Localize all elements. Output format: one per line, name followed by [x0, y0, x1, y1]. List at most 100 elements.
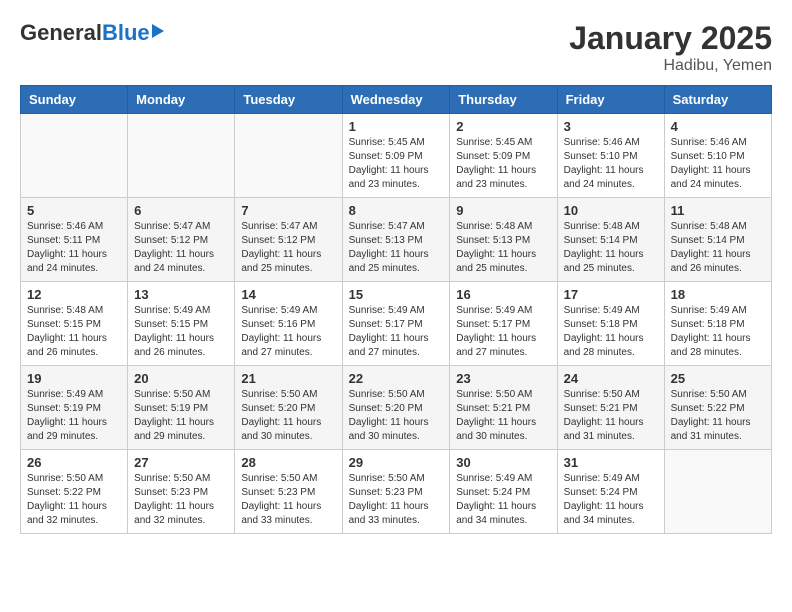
day-info: Sunrise: 5:50 AM Sunset: 5:23 PM Dayligh…: [134, 472, 228, 528]
calendar-cell: 7 Sunrise: 5:47 AM Sunset: 5:12 PM Daylig…: [235, 198, 342, 282]
calendar-cell: 30 Sunrise: 5:49 AM Sunset: 5:24 PM Dayli…: [450, 450, 557, 534]
day-number: 3: [564, 119, 658, 134]
day-info: Sunrise: 5:47 AM Sunset: 5:12 PM Dayligh…: [134, 220, 228, 276]
day-info: Sunrise: 5:50 AM Sunset: 5:21 PM Dayligh…: [564, 388, 658, 444]
calendar-cell: 5Sunrise: 5:46 AM Sunset: 5:11 PM Daylig…: [21, 198, 128, 282]
day-number: 12: [27, 287, 121, 302]
calendar-cell: 15 Sunrise: 5:49 AM Sunset: 5:17 PM Dayli…: [342, 282, 450, 366]
day-number: 26: [27, 455, 121, 470]
day-info: Sunrise: 5:50 AM Sunset: 5:22 PM Dayligh…: [27, 472, 121, 528]
calendar-cell: 23 Sunrise: 5:50 AM Sunset: 5:21 PM Dayli…: [450, 366, 557, 450]
day-number: 2: [456, 119, 550, 134]
calendar-cell: 27 Sunrise: 5:50 AM Sunset: 5:23 PM Dayli…: [128, 450, 235, 534]
day-number: 7: [241, 203, 335, 218]
calendar-cell: 1 Sunrise: 5:45 AM Sunset: 5:09 PM Daylig…: [342, 114, 450, 198]
day-info: Sunrise: 5:48 AM Sunset: 5:13 PM Dayligh…: [456, 220, 550, 276]
day-header-tuesday: Tuesday: [235, 86, 342, 114]
day-info: Sunrise: 5:50 AM Sunset: 5:20 PM Dayligh…: [241, 388, 335, 444]
calendar-week-row: 1 Sunrise: 5:45 AM Sunset: 5:09 PM Daylig…: [21, 114, 772, 198]
day-number: 1: [349, 119, 444, 134]
day-number: 14: [241, 287, 335, 302]
calendar-cell: 26 Sunrise: 5:50 AM Sunset: 5:22 PM Dayli…: [21, 450, 128, 534]
calendar-cell: 3 Sunrise: 5:46 AM Sunset: 5:10 PM Daylig…: [557, 114, 664, 198]
day-info: Sunrise: 5:46 AM Sunset: 5:10 PM Dayligh…: [671, 136, 765, 192]
day-info: Sunrise: 5:49 AM Sunset: 5:18 PM Dayligh…: [671, 304, 765, 360]
calendar-cell: 25 Sunrise: 5:50 AM Sunset: 5:22 PM Dayli…: [664, 366, 771, 450]
day-header-monday: Monday: [128, 86, 235, 114]
day-info: Sunrise: 5:49 AM Sunset: 5:15 PM Dayligh…: [134, 304, 228, 360]
calendar-cell: 11 Sunrise: 5:48 AM Sunset: 5:14 PM Dayli…: [664, 198, 771, 282]
calendar-week-row: 12 Sunrise: 5:48 AM Sunset: 5:15 PM Dayli…: [21, 282, 772, 366]
day-number: 13: [134, 287, 228, 302]
calendar-week-row: 5Sunrise: 5:46 AM Sunset: 5:11 PM Daylig…: [21, 198, 772, 282]
logo-blue-text: Blue: [102, 20, 150, 46]
day-info: Sunrise: 5:49 AM Sunset: 5:17 PM Dayligh…: [456, 304, 550, 360]
calendar-cell: 8Sunrise: 5:47 AM Sunset: 5:13 PM Daylig…: [342, 198, 450, 282]
day-number: 5: [27, 203, 121, 218]
location-subtitle: Hadibu, Yemen: [569, 57, 772, 75]
day-number: 23: [456, 371, 550, 386]
day-info: Sunrise: 5:48 AM Sunset: 5:15 PM Dayligh…: [27, 304, 121, 360]
calendar-cell: 9 Sunrise: 5:48 AM Sunset: 5:13 PM Daylig…: [450, 198, 557, 282]
calendar-cell: 6 Sunrise: 5:47 AM Sunset: 5:12 PM Daylig…: [128, 198, 235, 282]
day-info: Sunrise: 5:49 AM Sunset: 5:17 PM Dayligh…: [349, 304, 444, 360]
day-number: 18: [671, 287, 765, 302]
day-info: Sunrise: 5:48 AM Sunset: 5:14 PM Dayligh…: [671, 220, 765, 276]
day-header-friday: Friday: [557, 86, 664, 114]
calendar-cell: 4 Sunrise: 5:46 AM Sunset: 5:10 PM Daylig…: [664, 114, 771, 198]
day-number: 19: [27, 371, 121, 386]
day-number: 28: [241, 455, 335, 470]
day-number: 15: [349, 287, 444, 302]
logo-general-text: General: [20, 20, 102, 46]
day-number: 10: [564, 203, 658, 218]
calendar-cell: 20Sunrise: 5:50 AM Sunset: 5:19 PM Dayli…: [128, 366, 235, 450]
calendar-cell: [21, 114, 128, 198]
day-number: 27: [134, 455, 228, 470]
day-number: 30: [456, 455, 550, 470]
day-info: Sunrise: 5:45 AM Sunset: 5:09 PM Dayligh…: [349, 136, 444, 192]
day-number: 21: [241, 371, 335, 386]
calendar-header-row: SundayMondayTuesdayWednesdayThursdayFrid…: [21, 86, 772, 114]
day-number: 22: [349, 371, 444, 386]
day-header-thursday: Thursday: [450, 86, 557, 114]
day-info: Sunrise: 5:49 AM Sunset: 5:18 PM Dayligh…: [564, 304, 658, 360]
calendar-cell: 18 Sunrise: 5:49 AM Sunset: 5:18 PM Dayli…: [664, 282, 771, 366]
day-info: Sunrise: 5:49 AM Sunset: 5:24 PM Dayligh…: [456, 472, 550, 528]
day-info: Sunrise: 5:50 AM Sunset: 5:21 PM Dayligh…: [456, 388, 550, 444]
calendar-cell: 17 Sunrise: 5:49 AM Sunset: 5:18 PM Dayli…: [557, 282, 664, 366]
calendar-cell: 31Sunrise: 5:49 AM Sunset: 5:24 PM Dayli…: [557, 450, 664, 534]
calendar-cell: 28 Sunrise: 5:50 AM Sunset: 5:23 PM Dayli…: [235, 450, 342, 534]
calendar-cell: 10 Sunrise: 5:48 AM Sunset: 5:14 PM Dayli…: [557, 198, 664, 282]
day-number: 11: [671, 203, 765, 218]
calendar-cell: 16Sunrise: 5:49 AM Sunset: 5:17 PM Dayli…: [450, 282, 557, 366]
day-number: 9: [456, 203, 550, 218]
day-info: Sunrise: 5:48 AM Sunset: 5:14 PM Dayligh…: [564, 220, 658, 276]
day-number: 29: [349, 455, 444, 470]
day-number: 8: [349, 203, 444, 218]
calendar-table: SundayMondayTuesdayWednesdayThursdayFrid…: [20, 85, 772, 534]
logo-arrow-icon: [152, 24, 164, 38]
day-number: 25: [671, 371, 765, 386]
day-number: 4: [671, 119, 765, 134]
calendar-cell: [235, 114, 342, 198]
calendar-cell: [128, 114, 235, 198]
calendar-cell: 14Sunrise: 5:49 AM Sunset: 5:16 PM Dayli…: [235, 282, 342, 366]
calendar-week-row: 26 Sunrise: 5:50 AM Sunset: 5:22 PM Dayli…: [21, 450, 772, 534]
day-info: Sunrise: 5:46 AM Sunset: 5:10 PM Dayligh…: [564, 136, 658, 192]
page-header: General Blue January 2025 Hadibu, Yemen: [20, 20, 772, 75]
day-header-saturday: Saturday: [664, 86, 771, 114]
day-number: 6: [134, 203, 228, 218]
day-info: Sunrise: 5:50 AM Sunset: 5:22 PM Dayligh…: [671, 388, 765, 444]
day-number: 17: [564, 287, 658, 302]
month-title: January 2025: [569, 20, 772, 57]
day-info: Sunrise: 5:45 AM Sunset: 5:09 PM Dayligh…: [456, 136, 550, 192]
day-info: Sunrise: 5:50 AM Sunset: 5:20 PM Dayligh…: [349, 388, 444, 444]
calendar-cell: 12 Sunrise: 5:48 AM Sunset: 5:15 PM Dayli…: [21, 282, 128, 366]
calendar-cell: 19Sunrise: 5:49 AM Sunset: 5:19 PM Dayli…: [21, 366, 128, 450]
day-info: Sunrise: 5:49 AM Sunset: 5:24 PM Dayligh…: [564, 472, 658, 528]
day-header-wednesday: Wednesday: [342, 86, 450, 114]
title-block: January 2025 Hadibu, Yemen: [569, 20, 772, 75]
logo: General Blue: [20, 20, 164, 46]
day-info: Sunrise: 5:50 AM Sunset: 5:23 PM Dayligh…: [241, 472, 335, 528]
day-info: Sunrise: 5:47 AM Sunset: 5:12 PM Dayligh…: [241, 220, 335, 276]
